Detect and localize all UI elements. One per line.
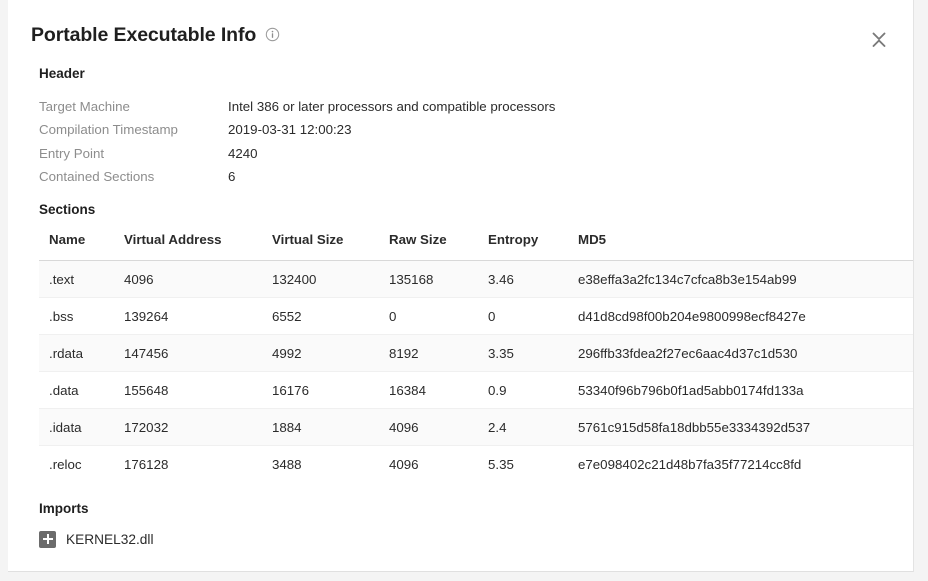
cell-entropy: 5.35	[488, 445, 578, 482]
cell-virtual-address: 172032	[124, 408, 272, 446]
cell-raw-size: 16384	[389, 371, 488, 409]
header-detail-row: Compilation Timestamp 2019-03-31 12:00:23	[39, 118, 859, 141]
header-detail-label: Compilation Timestamp	[39, 122, 178, 138]
table-row: .reloc 176128 3488 4096 5.35 e7e098402c2…	[39, 445, 913, 482]
cell-virtual-address: 155648	[124, 371, 272, 409]
header-detail-label: Target Machine	[39, 99, 130, 114]
cell-virtual-address: 147456	[124, 334, 272, 372]
table-row: .text 4096 132400 135168 3.46 e38effa3a2…	[39, 260, 913, 298]
sections-section-heading: Sections	[39, 202, 96, 217]
import-dll-name: KERNEL32.dll	[66, 531, 154, 547]
column-header-raw-size[interactable]: Raw Size	[389, 232, 488, 261]
cell-md5: 296ffb33fdea2f27ec6aac4d37c1d530	[578, 334, 913, 372]
sections-table-head: Name Virtual Address Virtual Size Raw Si…	[39, 232, 913, 261]
cell-name: .rdata	[39, 334, 124, 372]
column-header-virtual-size[interactable]: Virtual Size	[272, 232, 389, 261]
cell-md5: 53340f96b796b0f1ad5abb0174fd133a	[578, 371, 913, 409]
header-detail-value: Intel 386 or later processors and compat…	[228, 99, 556, 114]
header-detail-value: 4240	[228, 145, 258, 161]
header-detail-label: Entry Point	[39, 145, 105, 161]
header-detail-row: Entry Point 4240	[39, 142, 859, 165]
cell-entropy: 2.4	[488, 408, 578, 446]
cell-raw-size: 0	[389, 297, 488, 335]
page-root: Portable Executable Info Header Target M…	[0, 0, 928, 581]
cell-name: .data	[39, 371, 124, 409]
cell-virtual-size: 1884	[272, 408, 389, 446]
column-header-md5[interactable]: MD5	[578, 232, 913, 261]
cell-md5: 5761c915d58fa18dbb55e3334392d537	[578, 408, 913, 446]
header-details-list: Target Machine Intel 386 or later process…	[39, 95, 859, 189]
cell-entropy: 0.9	[488, 371, 578, 409]
header-detail-row: Contained Sections 6	[39, 165, 859, 188]
cell-name: .text	[39, 260, 124, 298]
cell-virtual-size: 3488	[272, 445, 389, 482]
table-row: .data 155648 16176 16384 0.9 53340f96b79…	[39, 371, 913, 409]
cell-name: .idata	[39, 408, 124, 446]
cell-entropy: 0	[488, 297, 578, 335]
imports-section-heading: Imports	[39, 501, 89, 516]
header-detail-label: Contained Sections	[39, 169, 155, 185]
sections-table-body: .text 4096 132400 135168 3.46 e38effa3a2…	[39, 260, 913, 482]
column-header-name[interactable]: Name	[39, 232, 124, 261]
header-section-heading: Header	[39, 66, 85, 81]
cell-virtual-size: 16176	[272, 371, 389, 409]
cell-virtual-address: 139264	[124, 297, 272, 335]
collapse-expand-chevrons-icon[interactable]	[867, 26, 891, 52]
cell-virtual-size: 4992	[272, 334, 389, 372]
cell-md5: e7e098402c21d48b7fa35f77214cc8fd	[578, 445, 913, 482]
header-detail-row: Target Machine Intel 386 or later process…	[39, 95, 859, 118]
page-title: Portable Executable Info	[31, 24, 257, 46]
info-circle-icon[interactable]	[265, 27, 280, 42]
cell-md5: e38effa3a2fc134c7cfca8b3e154ab99	[578, 260, 913, 298]
imports-list: KERNEL32.dll	[39, 528, 154, 550]
table-header-row: Name Virtual Address Virtual Size Raw Si…	[39, 232, 913, 261]
cell-virtual-size: 132400	[272, 260, 389, 298]
cell-virtual-size: 6552	[272, 297, 389, 335]
cell-raw-size: 4096	[389, 408, 488, 446]
cell-entropy: 3.35	[488, 334, 578, 372]
plus-square-icon[interactable]	[39, 530, 56, 548]
sections-table: Name Virtual Address Virtual Size Raw Si…	[39, 232, 913, 482]
table-row: .rdata 147456 4992 8192 3.35 296ffb33fde…	[39, 334, 913, 372]
cell-virtual-address: 176128	[124, 445, 272, 482]
table-row: .bss 139264 6552 0 0 d41d8cd98f00b204e98…	[39, 297, 913, 335]
list-item[interactable]: KERNEL32.dll	[39, 528, 154, 550]
panel-header: Portable Executable Info	[31, 22, 899, 52]
cell-name: .bss	[39, 297, 124, 335]
cell-raw-size: 135168	[389, 260, 488, 298]
column-header-entropy[interactable]: Entropy	[488, 232, 578, 261]
table-row: .idata 172032 1884 4096 2.4 5761c915d58f…	[39, 408, 913, 446]
header-detail-value: 2019-03-31 12:00:23	[228, 122, 352, 138]
header-detail-value: 6	[228, 169, 236, 185]
cell-raw-size: 8192	[389, 334, 488, 372]
cell-name: .reloc	[39, 445, 124, 482]
card-content: Portable Executable Info Header Target M…	[8, 0, 913, 571]
cell-entropy: 3.46	[488, 260, 578, 298]
portable-executable-info-card: Portable Executable Info Header Target M…	[8, 0, 914, 572]
cell-md5: d41d8cd98f00b204e9800998ecf8427e	[578, 297, 913, 335]
column-header-virtual-address[interactable]: Virtual Address	[124, 232, 272, 261]
cell-virtual-address: 4096	[124, 260, 272, 298]
cell-raw-size: 4096	[389, 445, 488, 482]
